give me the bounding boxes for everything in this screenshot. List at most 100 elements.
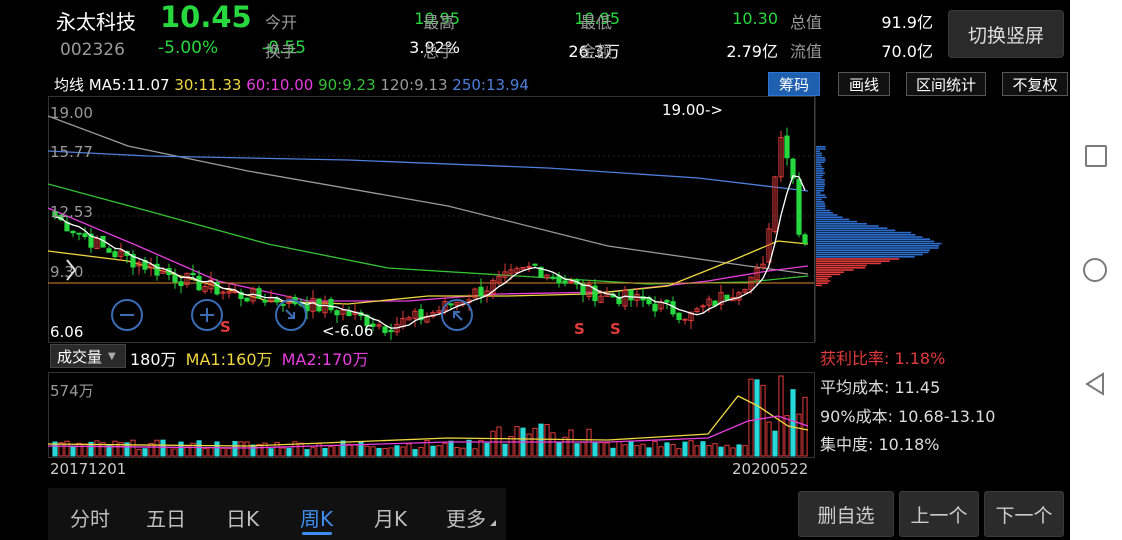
volume-bar — [688, 440, 694, 457]
candle-body — [178, 281, 184, 287]
chip-bar — [816, 185, 825, 188]
dropdown-icon: ▼ — [108, 350, 116, 362]
candle-body — [154, 263, 160, 276]
previous-stock-button[interactable]: 上一个 — [899, 491, 979, 537]
chip-bar — [816, 146, 826, 148]
chip-bar — [816, 159, 826, 161]
candle-body — [112, 251, 118, 258]
volume-bar — [790, 389, 796, 457]
price-axis-l2: 15.77 — [50, 143, 93, 161]
volume-bar — [298, 442, 304, 457]
volume-bar — [748, 378, 754, 457]
volume-bar — [196, 440, 202, 457]
candle-body — [664, 299, 670, 303]
chip-bar — [816, 203, 825, 205]
chevron-right-icon — [66, 259, 77, 281]
volume-bar — [550, 432, 556, 457]
recent-apps-button[interactable] — [1085, 145, 1107, 167]
chip-bar — [816, 275, 832, 278]
candle-body — [676, 312, 682, 320]
remove-watchlist-button[interactable]: 删自选 — [798, 491, 894, 537]
ma-title: 均线 — [54, 76, 85, 94]
chip-bar — [816, 148, 826, 150]
tab-more[interactable]: 更多 — [446, 503, 486, 532]
candle-body — [172, 274, 178, 283]
price-axis-top: 19.00 — [50, 104, 93, 122]
volume-bar — [412, 449, 418, 457]
volume-bar — [760, 384, 766, 457]
volume-bar — [370, 446, 376, 457]
candle-body — [262, 299, 268, 303]
chip-profit-ratio: 获利比率: 1.18% — [820, 349, 946, 368]
chip-bar — [816, 240, 935, 243]
volume-bar — [640, 443, 646, 457]
chip-bar — [816, 249, 930, 251]
stock-price: 10.45 — [160, 0, 252, 34]
volume-bar — [796, 413, 802, 457]
next-stock-button[interactable]: 下一个 — [984, 491, 1064, 537]
volume-bar — [730, 447, 736, 457]
chip-distribution-button[interactable]: 筹码 — [768, 72, 820, 96]
volume-bar — [616, 440, 622, 457]
tab-five-day[interactable]: 五日 — [146, 503, 186, 532]
volume-bar — [352, 444, 358, 457]
tab-intraday[interactable]: 分时 — [70, 503, 110, 532]
volume-bar — [772, 430, 778, 457]
volume-bar — [610, 447, 616, 457]
volume-bar — [388, 447, 394, 457]
home-button[interactable] — [1083, 258, 1107, 282]
volume-selector[interactable]: 成交量 ▼ — [50, 344, 126, 368]
interval-stats-button[interactable]: 区间统计 — [906, 72, 986, 96]
rotate-screen-button[interactable]: 切换竖屏 — [948, 10, 1064, 58]
chip-bar — [816, 179, 825, 181]
candle-body — [382, 326, 388, 334]
chip-avg-cost: 平均成本: 11.45 — [820, 378, 941, 397]
volume-bar — [244, 441, 250, 457]
volume-bar — [346, 443, 352, 457]
quote-value: 2.79亿 — [726, 42, 778, 61]
scroll-right-button[interactable] — [440, 298, 474, 336]
candle-body — [190, 272, 196, 276]
chip-bar — [816, 280, 831, 282]
chip-bar — [816, 231, 912, 234]
draw-line-button[interactable]: 画线 — [838, 72, 890, 96]
tab-monthly-k[interactable]: 月K — [374, 503, 407, 532]
volume-bar — [334, 444, 340, 457]
back-button[interactable] — [1084, 372, 1106, 400]
candle-body — [532, 263, 538, 266]
chip-bar — [816, 247, 939, 249]
kline-chart[interactable] — [48, 96, 1070, 488]
volume-bar — [202, 448, 208, 457]
chip-bar — [816, 262, 882, 265]
volume-bar — [160, 439, 166, 457]
active-tab-indicator — [302, 532, 332, 535]
expand-left-arrow[interactable] — [64, 258, 78, 286]
chip-bar — [816, 225, 879, 227]
volume-bar — [172, 448, 178, 457]
zoom-out-button[interactable] — [110, 298, 144, 336]
tab-weekly-k[interactable]: 周K — [300, 503, 333, 532]
volume-bar — [142, 448, 148, 457]
volume-bar — [454, 447, 460, 457]
zoom-in-button[interactable] — [190, 298, 224, 336]
chip-bar — [816, 223, 868, 225]
candle-body — [700, 305, 706, 308]
signal-s-2: S — [574, 320, 585, 338]
volume-bar — [238, 441, 244, 457]
chip-bar — [816, 220, 858, 223]
chip-bar — [816, 236, 923, 238]
volume-bar — [592, 441, 598, 457]
chip-bar — [816, 269, 854, 271]
tab-daily-k[interactable]: 日K — [226, 503, 259, 532]
chip-bar — [816, 238, 931, 240]
quote-value: 10.30 — [732, 9, 778, 28]
volume-bar — [400, 446, 406, 457]
volume-bar — [436, 445, 442, 457]
volume-bar — [220, 447, 226, 457]
scroll-left-button[interactable] — [274, 298, 308, 336]
volume-bar — [742, 445, 748, 457]
volume-bar — [406, 443, 412, 457]
volume-ma2: MA2:170万 — [281, 350, 369, 369]
quote-label: 今开 — [265, 13, 298, 32]
no-adjust-button[interactable]: 不复权 — [1002, 72, 1068, 96]
